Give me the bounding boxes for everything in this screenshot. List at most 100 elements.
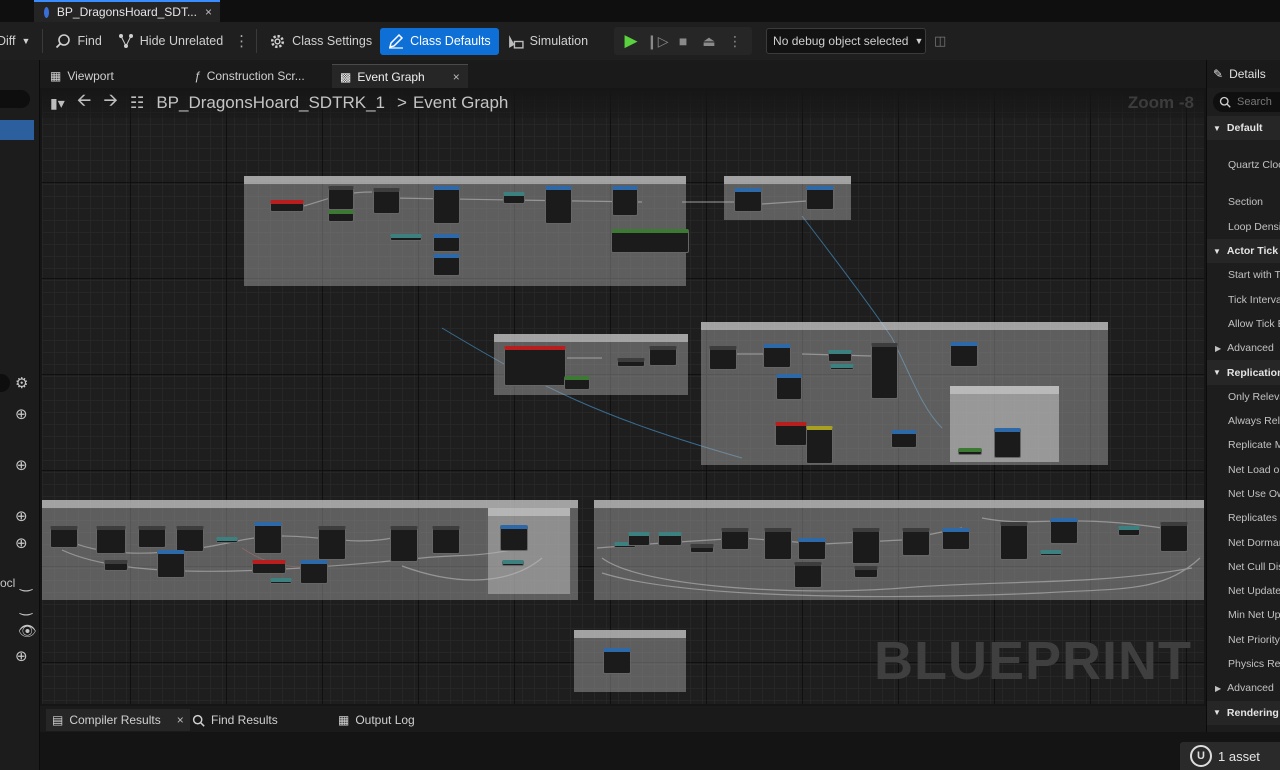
tab-find-results[interactable]: Find Results (186, 709, 284, 731)
function-node[interactable] (1000, 522, 1028, 560)
event-graph-canvas[interactable]: ▮▾ 🡨 🡪 ☷ BP_DragonsHoard_SDTRK_1 > Event… (42, 88, 1204, 704)
asset-notification[interactable]: U 1 asset (1180, 742, 1280, 770)
variable-node[interactable] (658, 532, 682, 546)
details-property-row[interactable]: Only Releva (1207, 385, 1280, 409)
function-node[interactable] (649, 346, 677, 366)
details-category-header[interactable]: ▶ Advanced (1207, 676, 1280, 700)
details-category-header[interactable]: ▼ Default (1207, 116, 1280, 141)
forward-arrow-icon[interactable]: 🡪 (103, 88, 118, 118)
function-node[interactable] (852, 528, 880, 564)
details-search-input[interactable]: Search (1213, 92, 1280, 112)
variable-node[interactable] (390, 234, 422, 241)
details-property-row[interactable]: Section (1207, 190, 1280, 214)
function-node[interactable] (942, 528, 970, 550)
function-node[interactable] (603, 648, 631, 674)
bookmark-icon[interactable]: ▮▾ (50, 95, 65, 112)
eject-icon[interactable]: ⏏ (698, 33, 720, 50)
tab-event-graph[interactable]: ▩ Event Graph × (332, 64, 468, 88)
function-node[interactable] (318, 526, 346, 560)
details-property-row[interactable]: Net Update (1207, 579, 1280, 603)
add-icon[interactable]: ⊕ (15, 536, 28, 551)
function-node[interactable] (871, 343, 898, 399)
panel-toggle[interactable] (0, 374, 10, 392)
function-node[interactable] (734, 188, 762, 212)
step-icon[interactable]: ❙▷ (646, 33, 669, 50)
add-icon[interactable]: ⊕ (15, 649, 28, 664)
details-category-header[interactable]: ▼ Actor Tick (1207, 238, 1280, 264)
function-node[interactable] (390, 526, 418, 562)
add-icon[interactable]: ⊕ (15, 407, 28, 422)
class-defaults-button[interactable]: Class Defaults (380, 27, 499, 55)
function-node[interactable] (764, 528, 792, 560)
play-icon[interactable]: ▶ (620, 31, 642, 51)
back-arrow-icon[interactable]: 🡨 (77, 88, 92, 118)
variable-node[interactable] (1040, 550, 1062, 556)
function-node[interactable] (254, 522, 282, 554)
function-node[interactable] (433, 234, 460, 252)
diff-button[interactable]: Diff ▼ (0, 27, 38, 55)
function-node[interactable] (300, 560, 328, 584)
function-node[interactable] (1050, 518, 1078, 544)
stop-icon[interactable]: ■ (672, 33, 694, 49)
visibility-closed-icon[interactable]: ‿ (20, 576, 32, 591)
eye-icon[interactable]: 👁 (18, 624, 37, 639)
function-node[interactable] (176, 526, 204, 552)
function-node[interactable] (806, 426, 833, 464)
variable-node[interactable] (828, 350, 852, 362)
add-icon[interactable]: ⊕ (15, 509, 28, 524)
close-tab-icon[interactable]: × (205, 5, 212, 19)
close-tab-icon[interactable]: × (453, 70, 460, 84)
details-property-row[interactable]: Loop Densit (1207, 215, 1280, 239)
play-options-icon[interactable]: ⋮ (724, 33, 746, 50)
document-tab[interactable]: BP_DragonsHoard_SDT... × (34, 0, 220, 22)
breadcrumb-blueprint[interactable]: BP_DragonsHoard_SDTRK_1 (156, 93, 385, 113)
function-node[interactable] (433, 186, 460, 224)
function-node[interactable] (776, 374, 802, 400)
details-property-row[interactable]: Allow Tick E (1207, 312, 1280, 336)
function-node[interactable] (138, 526, 166, 548)
event-node[interactable] (270, 200, 304, 212)
variable-node[interactable] (502, 560, 524, 566)
function-node[interactable] (545, 186, 572, 224)
details-property-row[interactable]: Net Use Ow (1207, 482, 1280, 506)
function-node[interactable] (794, 562, 822, 588)
details-property-row[interactable]: Min Net Up (1207, 603, 1280, 627)
function-node[interactable] (994, 428, 1021, 458)
function-node[interactable] (500, 525, 528, 551)
reroute-node[interactable] (503, 192, 525, 204)
function-node[interactable] (763, 344, 791, 368)
function-node[interactable] (950, 342, 978, 367)
variable-node[interactable] (564, 376, 590, 390)
simulation-button[interactable]: Simulation (499, 27, 596, 55)
find-button[interactable]: Find (47, 27, 109, 55)
event-node[interactable] (775, 422, 807, 446)
event-node[interactable] (252, 560, 286, 574)
debug-filter-icon[interactable]: ◫ (934, 33, 946, 49)
panel-search-field[interactable] (0, 90, 30, 108)
function-node[interactable] (612, 186, 638, 216)
more-options-icon[interactable]: ⋮ (231, 32, 252, 50)
function-node[interactable] (721, 528, 749, 550)
variable-node[interactable] (958, 448, 982, 455)
details-property-row[interactable]: Net Dorman (1207, 530, 1280, 554)
variable-node[interactable] (628, 532, 650, 546)
tab-viewport[interactable]: ▦ Viewport (42, 64, 122, 88)
function-node[interactable] (891, 430, 917, 448)
details-property-row[interactable]: Replicates (1207, 506, 1280, 530)
selected-list-item[interactable] (0, 120, 34, 140)
function-node[interactable] (50, 526, 78, 548)
function-node[interactable] (798, 538, 826, 560)
comment-box[interactable] (488, 508, 570, 594)
details-property-row[interactable]: Net Load on (1207, 458, 1280, 482)
reroute-node[interactable] (617, 358, 645, 367)
details-property-row[interactable]: Net Priority (1207, 628, 1280, 652)
function-node[interactable] (157, 550, 185, 578)
function-node[interactable] (373, 188, 400, 214)
variable-node[interactable] (216, 537, 238, 543)
details-category-header[interactable]: ▼ Rendering (1207, 700, 1280, 725)
breadcrumb-graph[interactable]: Event Graph (413, 93, 508, 113)
gear-icon[interactable]: ⚙ (15, 376, 28, 391)
function-node[interactable] (806, 186, 834, 210)
details-property-row[interactable]: Tick Interva (1207, 287, 1280, 311)
function-node[interactable] (611, 229, 689, 253)
